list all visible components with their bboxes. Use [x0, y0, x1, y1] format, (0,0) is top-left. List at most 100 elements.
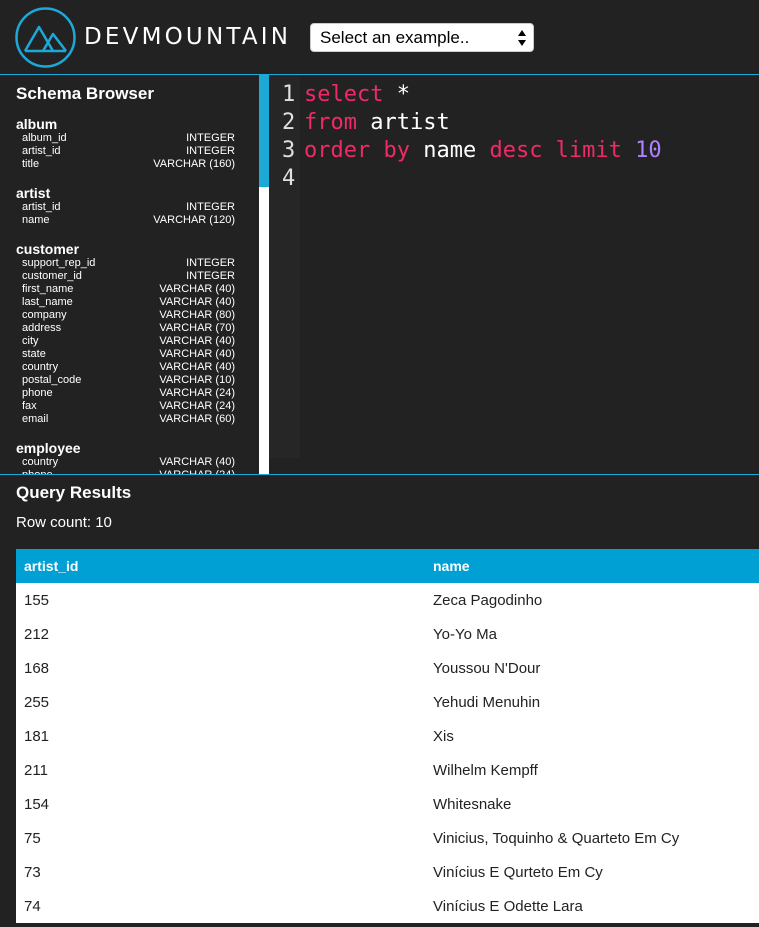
identifier-token: name — [409, 138, 490, 163]
keyword-token: order by — [304, 138, 410, 163]
schema-column: postal_code VARCHAR (10) — [16, 374, 236, 387]
identifier-token: artist — [356, 110, 450, 135]
column-type: INTEGER — [186, 270, 235, 282]
cell-artist-id: 75 — [24, 830, 41, 847]
column-type: VARCHAR (120) — [153, 214, 235, 226]
table-row: 211 Wilhelm Kempff — [16, 753, 759, 787]
column-type: VARCHAR (10) — [159, 374, 235, 386]
operator-token: * — [383, 82, 410, 107]
schema-table-name: employee — [16, 440, 81, 456]
column-name: artist_id — [22, 145, 61, 157]
line-number: 2 — [282, 110, 296, 135]
column-type: VARCHAR (40) — [159, 361, 235, 373]
column-name: title — [22, 158, 40, 170]
devmountain-logo-icon[interactable] — [15, 7, 76, 68]
cell-artist-id: 74 — [24, 898, 41, 915]
code-line-4[interactable]: 4 — [282, 165, 304, 193]
code-line-1[interactable]: 1 select * — [282, 81, 410, 109]
schema-table-name: album — [16, 116, 58, 132]
column-name: first_name — [22, 283, 74, 295]
table-row: 73 Vinícius E Qurteto Em Cy — [16, 855, 759, 889]
cell-artist-id: 212 — [24, 626, 50, 643]
cell-name: Xis — [433, 728, 454, 745]
column-type: VARCHAR (24) — [159, 400, 235, 412]
column-name: artist_id — [22, 201, 61, 213]
column-type: VARCHAR (160) — [153, 158, 235, 170]
column-name: country — [22, 456, 59, 468]
schema-column: company VARCHAR (80) — [16, 309, 236, 322]
schema-table-name: artist — [16, 185, 51, 201]
column-header-artist-id[interactable]: artist_id — [24, 558, 78, 574]
column-type: INTEGER — [186, 145, 235, 157]
column-type: VARCHAR (70) — [159, 322, 235, 334]
table-row: 75 Vinicius, Toquinho & Quarteto Em Cy — [16, 821, 759, 855]
schema-column: email VARCHAR (60) — [16, 413, 236, 426]
cell-name: Wilhelm Kempff — [433, 762, 538, 779]
schema-table-employee: employee countryVARCHAR (40) phoneVARCHA… — [16, 440, 236, 474]
row-count: Row count: 10 — [16, 514, 112, 531]
example-select[interactable]: Select an example.. — [310, 23, 534, 52]
schema-column: first_name VARCHAR (40) — [16, 283, 236, 296]
column-header-name[interactable]: name — [433, 558, 470, 574]
query-results-title: Query Results — [16, 483, 132, 502]
column-name: country — [22, 361, 59, 373]
schema-browser[interactable]: Schema Browser album album_id INTEGER art… — [0, 75, 259, 474]
column-type: INTEGER — [186, 201, 235, 213]
keyword-token: limit — [542, 138, 636, 163]
code-line-3[interactable]: 3 order by name desc limit 10 — [282, 137, 662, 165]
table-row: 155 Zeca Pagodinho — [16, 583, 759, 617]
brand-name[interactable]: DEVMOUNTAIN — [84, 24, 291, 50]
schema-table-artist: artist artist_id INTEGER name VARCHAR (120… — [16, 185, 236, 227]
column-type: VARCHAR (40) — [159, 296, 235, 308]
schema-column: artist_id INTEGER — [16, 145, 236, 158]
schema-column: country VARCHAR (40) — [16, 456, 236, 469]
app-header: DEVMOUNTAIN Select an example.. — [0, 0, 759, 74]
schema-browser-title: Schema Browser — [16, 84, 154, 103]
schema-column: address VARCHAR (70) — [16, 322, 236, 335]
table-row: 181 Xis — [16, 719, 759, 753]
keyword-token: select — [304, 82, 384, 107]
cell-name: Whitesnake — [433, 796, 512, 813]
select-arrows-icon — [518, 30, 526, 46]
cell-artist-id: 73 — [24, 864, 41, 881]
keyword-token: from — [304, 110, 357, 135]
column-type: VARCHAR (40) — [159, 348, 235, 360]
column-name: support_rep_id — [22, 257, 96, 269]
column-type: INTEGER — [186, 257, 235, 269]
schema-column: customer_id INTEGER — [16, 270, 236, 283]
schema-column: support_rep_id INTEGER — [16, 257, 236, 270]
column-name: name — [22, 214, 50, 226]
cell-artist-id: 168 — [24, 660, 50, 677]
schema-column: phone VARCHAR (24) — [16, 387, 236, 400]
table-row: 74 Vinícius E Odette Lara — [16, 889, 759, 923]
cell-name: Youssou N'Dour — [433, 660, 541, 677]
schema-table-name: customer — [16, 241, 80, 257]
cell-artist-id: 211 — [24, 762, 48, 779]
results-divider — [0, 474, 759, 475]
column-name: customer_id — [22, 270, 82, 282]
table-row: 212 Yo-Yo Ma — [16, 617, 759, 651]
column-type: VARCHAR (40) — [159, 283, 235, 295]
schema-column: fax VARCHAR (24) — [16, 400, 236, 413]
column-name: city — [22, 335, 39, 347]
column-name: company — [22, 309, 67, 321]
column-type: VARCHAR (24) — [159, 387, 235, 399]
table-row: 255 Yehudi Menuhin — [16, 685, 759, 719]
column-type: VARCHAR (40) — [159, 335, 235, 347]
schema-column: last_name VARCHAR (40) — [16, 296, 236, 309]
schema-column: city VARCHAR (40) — [16, 335, 236, 348]
column-name: address — [22, 322, 62, 334]
cell-name: Yo-Yo Ma — [433, 626, 497, 643]
table-row: 168 Youssou N'Dour — [16, 651, 759, 685]
number-token: 10 — [635, 138, 662, 163]
line-number: 1 — [282, 82, 296, 107]
schema-column: artist_id INTEGER — [16, 201, 236, 214]
code-line-2[interactable]: 2 from artist — [282, 109, 450, 137]
schema-scrollbar-thumb[interactable] — [259, 75, 269, 187]
column-type: VARCHAR (40) — [159, 456, 235, 468]
column-name: state — [22, 348, 46, 360]
column-name: phone — [22, 387, 53, 399]
cell-name: Yehudi Menuhin — [433, 694, 541, 711]
schema-column: title VARCHAR (160) — [16, 158, 236, 171]
schema-table-album: album album_id INTEGER artist_id INTEGER t… — [16, 116, 236, 171]
